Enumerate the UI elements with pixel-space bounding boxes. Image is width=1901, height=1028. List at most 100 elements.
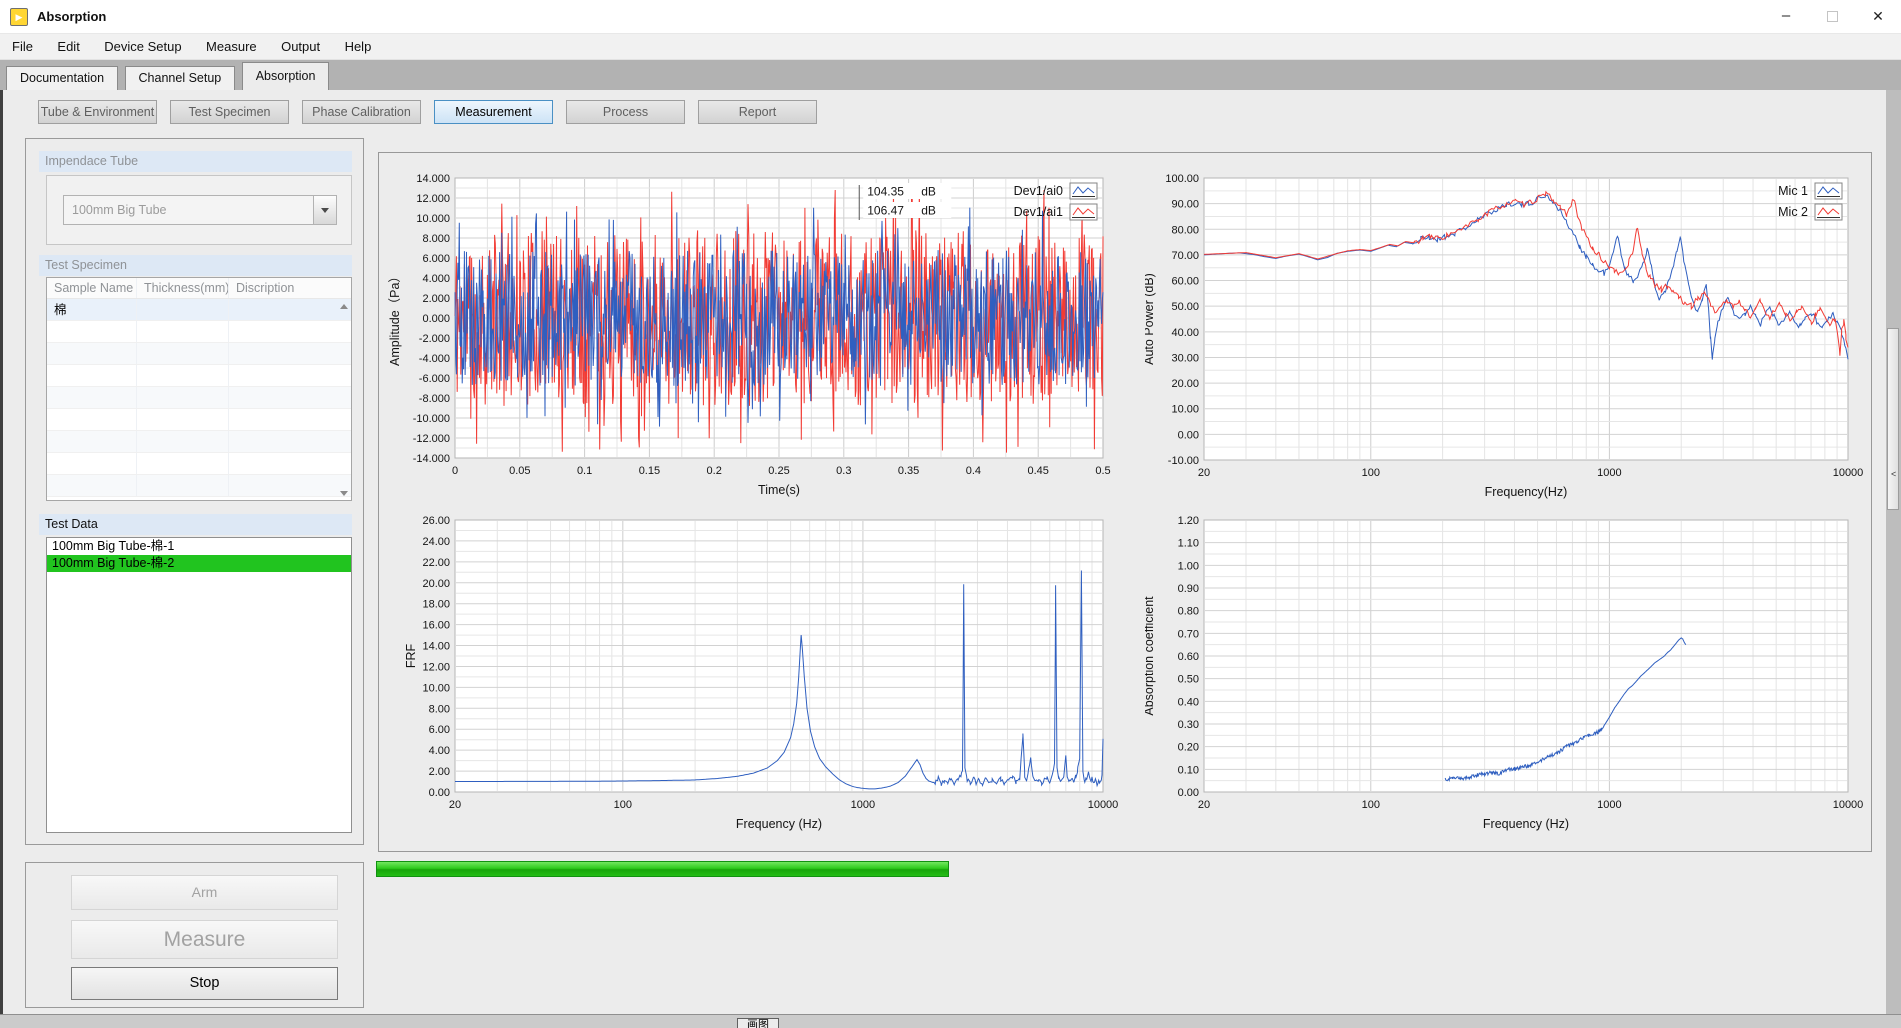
right-scroll-strip: < [1886,90,1901,1014]
svg-text:-8.000: -8.000 [419,393,450,405]
svg-text:-12.000: -12.000 [413,433,450,445]
frf-chart: 26.0024.0022.0020.0018.0016.0014.0012.00… [385,503,1133,848]
svg-text:10.00: 10.00 [1171,404,1199,416]
svg-text:10.00: 10.00 [422,682,450,694]
maximize-button[interactable] [1809,0,1855,34]
svg-text:Amplitude（Pa）: Amplitude（Pa） [388,270,402,366]
svg-text:0.000: 0.000 [422,313,450,325]
svg-text:60.00: 60.00 [1171,276,1199,288]
controls-panel: Arm Measure Stop [25,862,364,1008]
tab-absorption[interactable]: Absorption [242,62,330,90]
table-row[interactable] [47,321,351,343]
tab-channel-setup[interactable]: Channel Setup [125,66,236,90]
dropdown-arrow-button[interactable] [313,196,336,224]
table-row[interactable] [47,343,351,365]
table-scroll-up-icon[interactable] [340,304,348,309]
test-specimen-table[interactable]: Sample Name Thickness(mm) Discription 棉 [46,277,352,501]
svg-text:0.70: 0.70 [1178,628,1199,640]
svg-text:-4.000: -4.000 [419,353,450,365]
menu-item-device-setup[interactable]: Device Setup [94,34,191,59]
table-row[interactable] [47,475,351,497]
svg-text:104.35: 104.35 [867,185,904,199]
window-title: Absorption [37,0,106,34]
table-row[interactable] [47,365,351,387]
table-row[interactable] [47,409,351,431]
subtab-phase-calibration[interactable]: Phase Calibration [302,100,421,124]
svg-text:70.00: 70.00 [1171,250,1199,262]
svg-text:50.00: 50.00 [1171,301,1199,313]
table-scroll-down-icon[interactable] [340,491,348,496]
svg-text:0.40: 0.40 [1178,696,1199,708]
svg-text:30.00: 30.00 [1171,352,1199,364]
menu-item-edit[interactable]: Edit [47,34,89,59]
list-item[interactable]: 100mm Big Tube-棉-1 [47,538,351,555]
measure-button[interactable]: Measure [71,920,338,959]
menu-item-help[interactable]: Help [335,34,382,59]
table-row[interactable] [47,453,351,475]
svg-text:26.00: 26.00 [422,515,450,527]
progress-bar [376,861,1872,877]
arm-button[interactable]: Arm [71,875,338,910]
test-data-header: Test Data [39,514,352,535]
svg-text:1.20: 1.20 [1178,515,1199,527]
svg-text:10000: 10000 [1088,799,1119,811]
test-data-list[interactable]: 100mm Big Tube-棉-1 100mm Big Tube-棉-2 [46,537,352,833]
svg-text:Dev1/ai1: Dev1/ai1 [1014,205,1063,219]
close-button[interactable]: ✕ [1855,0,1901,34]
minimize-button[interactable]: – [1763,0,1809,34]
bottom-band: 画图 [0,1014,1901,1028]
tab-documentation[interactable]: Documentation [6,66,118,90]
subtab-tube-environment[interactable]: Tube & Environment [38,100,157,124]
subtab-report[interactable]: Report [698,100,817,124]
sidebar-panel: Impendace Tube 100mm Big Tube Test Speci… [25,138,364,845]
table-row[interactable] [47,431,351,453]
svg-text:4.00: 4.00 [429,745,450,757]
table-row[interactable]: 棉 [47,299,351,321]
right-panel-toggle[interactable]: < [1887,328,1899,510]
subtab-measurement[interactable]: Measurement [434,100,553,124]
svg-text:10000: 10000 [1833,467,1864,479]
svg-text:100: 100 [614,799,632,811]
svg-text:20.00: 20.00 [422,578,450,590]
svg-text:8.00: 8.00 [429,703,450,715]
impedance-tube-header: Impendace Tube [39,151,352,172]
cell-sample-name: 棉 [47,299,137,320]
app-window: ▶ Absorption – ✕ File Edit Device Setup … [0,0,1901,1028]
auto-power-chart: 100.0090.0080.0070.0060.0050.0040.0030.0… [1145,155,1893,503]
svg-text:1000: 1000 [1597,799,1621,811]
stop-button[interactable]: Stop [71,967,338,1000]
menu-item-file[interactable]: File [2,34,43,59]
bottom-tab-plot[interactable]: 画图 [737,1018,779,1028]
svg-text:20.00: 20.00 [1171,378,1199,390]
menu-item-measure[interactable]: Measure [196,34,267,59]
menubar: File Edit Device Setup Measure Output He… [0,34,1901,60]
progress-fill [376,861,949,877]
main-tabstrip: Documentation Channel Setup Absorption [0,60,1901,90]
svg-text:90.00: 90.00 [1171,199,1199,211]
svg-text:0.00: 0.00 [1178,429,1199,441]
svg-text:24.00: 24.00 [422,536,450,548]
list-item-selected[interactable]: 100mm Big Tube-棉-2 [47,555,351,572]
svg-text:dB: dB [921,185,936,199]
svg-text:0.30: 0.30 [1178,719,1199,731]
table-row[interactable] [47,387,351,409]
chevron-down-icon [321,208,329,213]
svg-text:0.45: 0.45 [1027,465,1048,477]
svg-text:0.3: 0.3 [836,465,851,477]
svg-text:0.00: 0.00 [429,787,450,799]
subtab-test-specimen[interactable]: Test Specimen [170,100,289,124]
svg-text:14.00: 14.00 [422,641,450,653]
svg-text:Mic 1: Mic 1 [1778,184,1808,198]
svg-text:0.10: 0.10 [1178,764,1199,776]
svg-text:Mic 2: Mic 2 [1778,205,1808,219]
svg-text:0.80: 0.80 [1178,606,1199,618]
svg-text:0.60: 0.60 [1178,651,1199,663]
svg-text:12.000: 12.000 [416,193,450,205]
subtab-process[interactable]: Process [566,100,685,124]
impedance-tube-box: 100mm Big Tube [46,175,352,245]
svg-text:2.00: 2.00 [429,766,450,778]
impedance-tube-value: 100mm Big Tube [72,203,167,217]
svg-text:20: 20 [1198,799,1210,811]
impedance-tube-dropdown[interactable]: 100mm Big Tube [63,195,337,225]
menu-item-output[interactable]: Output [271,34,330,59]
